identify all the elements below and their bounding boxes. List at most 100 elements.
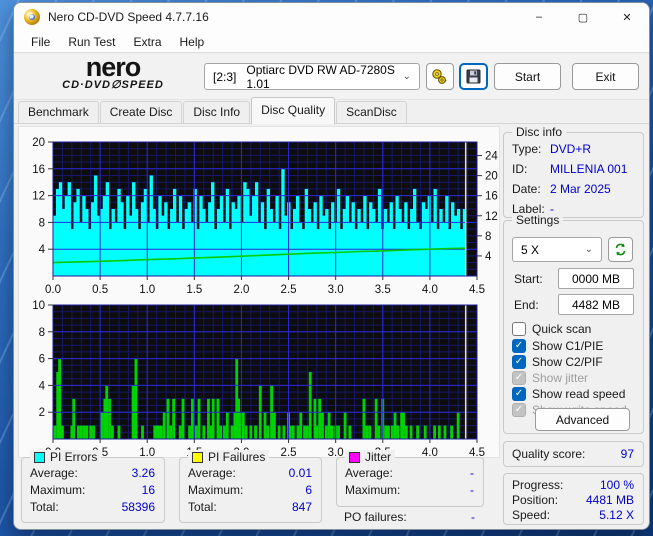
pif-average-label: Average: [188, 466, 236, 480]
checkbox-icon: ✓ [512, 402, 526, 417]
exit-button[interactable]: Exit [572, 63, 639, 90]
svg-text:8: 8 [39, 327, 45, 339]
pif-average-value: 0.01 [288, 466, 312, 480]
checkbox-icon: ✓ [512, 354, 526, 369]
title-bar: Nero CD-DVD Speed 4.7.7.16 – ▢ ✕ [14, 3, 649, 31]
checkbox-show-jitter[interactable]: ✓ Show jitter [512, 370, 588, 385]
disc-id-label: ID: [512, 162, 528, 176]
svg-text:2.5: 2.5 [281, 284, 297, 296]
app-window: Nero CD-DVD Speed 4.7.7.16 – ▢ ✕ File Ru… [13, 2, 650, 530]
menu-run-test[interactable]: Run Test [59, 33, 124, 51]
logo-text-cddvdspeed: CD·DVD∅SPEED [62, 79, 164, 91]
chevron-down-icon: ⌄ [584, 244, 593, 255]
speed-label: Speed: [512, 508, 551, 522]
disc-id-value: MILLENIA 001 [550, 162, 628, 176]
pie-total-value: 58396 [121, 500, 155, 514]
tab-create-disc[interactable]: Create Disc [99, 101, 183, 124]
disc-date-value: 2 Mar 2025 [550, 182, 611, 196]
progress-box: Progress: 100 % Position: 4481 MB Speed: 5.… [503, 473, 644, 525]
refresh-button[interactable] [608, 237, 633, 262]
pif-maximum-label: Maximum: [188, 483, 244, 497]
tab-benchmark[interactable]: Benchmark [18, 101, 99, 124]
svg-text:12: 12 [485, 211, 498, 223]
save-floppy-icon [466, 69, 481, 84]
pi-failures-legend: PI Failures [188, 450, 270, 464]
svg-text:0.0: 0.0 [45, 284, 61, 296]
pie-average-label: Average: [30, 466, 78, 480]
drive-selector-dropdown[interactable]: [2:3] Optiarc DVD RW AD-7280S 1.01 ⌄ [204, 62, 420, 91]
disc-date-label: Date: [512, 182, 541, 196]
save-button[interactable] [459, 63, 488, 90]
menu-help[interactable]: Help [171, 33, 214, 51]
pif-total-label: Total: [188, 500, 217, 514]
pi-failures-chart: 2468100.00.51.01.52.02.53.03.54.04.5 [32, 300, 485, 459]
speed-value: 5.12 X [599, 508, 634, 522]
minimize-button[interactable]: – [517, 3, 561, 31]
checkbox-show-c2-pif[interactable]: ✓ Show C2/PIF [512, 354, 603, 369]
settings-group: Settings 5 X ⌄ Start: 0000 MB End: 4482 … [503, 213, 644, 434]
chevron-down-icon: ⌄ [402, 71, 411, 82]
svg-text:4: 4 [39, 380, 46, 392]
start-button[interactable]: Start [494, 63, 561, 90]
drive-name: Optiarc DVD RW AD-7280S 1.01 [246, 62, 395, 91]
checkbox-quick-scan[interactable]: Quick scan [512, 321, 591, 336]
svg-text:4.0: 4.0 [422, 284, 438, 296]
close-button[interactable]: ✕ [605, 3, 649, 31]
pie-maximum-value: 16 [141, 483, 155, 497]
quality-score-value: 97 [620, 447, 634, 461]
svg-text:2: 2 [39, 407, 45, 419]
svg-text:4: 4 [39, 244, 46, 256]
svg-text:4: 4 [485, 251, 492, 263]
jitter-maximum-value: - [470, 483, 474, 497]
jitter-legend: Jitter [345, 450, 396, 464]
window-title: Nero CD-DVD Speed 4.7.7.16 [48, 10, 209, 24]
pie-maximum-label: Maximum: [30, 483, 86, 497]
jitter-stats-box: Jitter Average: - Maximum: - [336, 450, 484, 507]
checkbox-icon [512, 321, 526, 336]
quality-score-label: Quality score: [512, 447, 586, 461]
desktop: { "window": { "title": "Nero CD-DVD Spee… [0, 0, 653, 536]
svg-text:8: 8 [39, 217, 45, 229]
toolbar: nero CD·DVD∅SPEED [2:3] Optiarc DVD RW A… [14, 54, 649, 100]
app-icon [24, 9, 40, 25]
disc-info-group: Disc info Type: DVD+R ID: MILLENIA 001 Dat… [503, 125, 644, 218]
progress-value: 100 % [599, 478, 634, 492]
svg-text:20: 20 [485, 171, 498, 183]
svg-text:16: 16 [32, 164, 45, 176]
po-failures-row: PO failures: - [336, 510, 484, 525]
chart-panel: 4 8 12 16 20 4 8 12 16 20 24 0.0 0.5 1.0 1.5 2.0 2.5 3.0 3… [18, 126, 500, 459]
pif-total-value: 847 [291, 500, 312, 514]
tab-disc-quality[interactable]: Disc Quality [251, 97, 336, 124]
checkbox-show-c1-pie[interactable]: ✓ Show C1/PIE [512, 338, 603, 353]
disc-quality-page: 4 8 12 16 20 4 8 12 16 20 24 0.0 0.5 1.0 1.5 2.0 2.5 3.0 3… [14, 123, 649, 529]
tab-disc-info[interactable]: Disc Info [183, 101, 251, 124]
eject-disc-button[interactable] [426, 63, 454, 90]
svg-text:6: 6 [39, 354, 45, 366]
checkbox-icon: ✓ [512, 370, 526, 385]
menu-bar: File Run Test Extra Help [14, 31, 649, 53]
svg-text:3.5: 3.5 [375, 284, 391, 296]
start-mb-field[interactable]: 0000 MB [558, 268, 634, 289]
svg-text:20: 20 [32, 137, 45, 149]
disc-info-title: Disc info [512, 125, 567, 139]
window-controls: – ▢ ✕ [517, 3, 649, 31]
svg-text:3.0: 3.0 [328, 284, 344, 296]
tab-scandisc[interactable]: ScanDisc [336, 101, 407, 124]
drive-channel: [2:3] [213, 69, 237, 84]
checkbox-show-read-speed[interactable]: ✓ Show read speed [512, 386, 625, 401]
scan-speed-dropdown[interactable]: 5 X ⌄ [512, 237, 602, 262]
advanced-button[interactable]: Advanced [535, 408, 630, 431]
po-failures-label: PO failures: [344, 510, 407, 524]
position-value: 4481 MB [585, 493, 634, 507]
menu-file[interactable]: File [22, 33, 59, 51]
pif-maximum-value: 6 [305, 483, 312, 497]
progress-label: Progress: [512, 478, 564, 492]
maximize-button[interactable]: ▢ [561, 3, 605, 31]
end-mb-field[interactable]: 4482 MB [558, 294, 634, 315]
svg-text:2.0: 2.0 [233, 284, 249, 296]
checkbox-icon: ✓ [512, 386, 526, 401]
svg-text:16: 16 [485, 191, 498, 203]
jitter-average-label: Average: [345, 466, 393, 480]
svg-text:24: 24 [485, 151, 498, 163]
menu-extra[interactable]: Extra [124, 33, 170, 51]
